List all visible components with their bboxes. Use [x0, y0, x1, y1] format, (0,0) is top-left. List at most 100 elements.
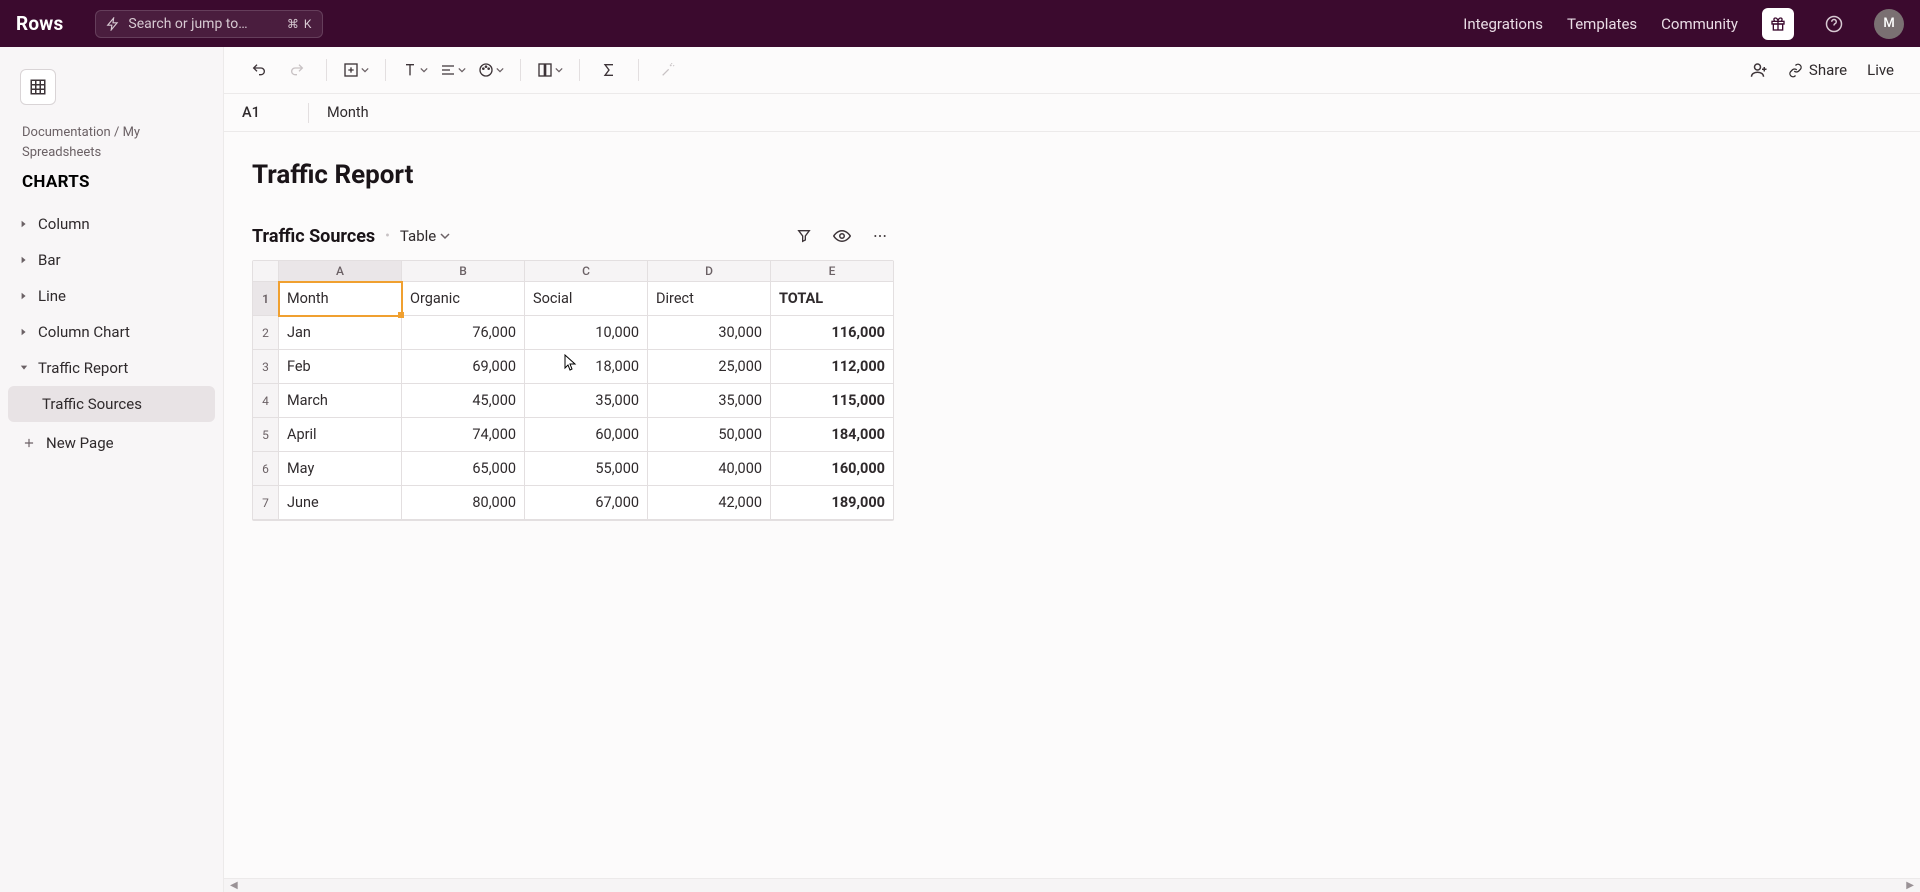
- top-nav: Rows Search or jump to… ⌘ K Integrations…: [0, 0, 1920, 47]
- toolbar: Share Live: [224, 47, 1920, 94]
- cell[interactable]: 45,000: [402, 384, 525, 418]
- share-button[interactable]: Share: [1780, 55, 1855, 85]
- search-input[interactable]: Search or jump to… ⌘ K: [95, 10, 323, 38]
- color-button[interactable]: [474, 53, 508, 87]
- chevron-down-icon: [440, 231, 450, 241]
- nav-community[interactable]: Community: [1661, 15, 1738, 33]
- column-header[interactable]: A: [279, 261, 402, 282]
- sidebar-item-label: Traffic Sources: [42, 395, 142, 413]
- sidebar-item-column[interactable]: Column: [8, 206, 215, 242]
- column-header[interactable]: E: [771, 261, 894, 282]
- new-page-button[interactable]: New Page: [8, 422, 215, 464]
- help-button[interactable]: [1818, 8, 1850, 40]
- table-title[interactable]: Traffic Sources: [252, 226, 375, 247]
- main: Share Live A1 Month Traffic Report Traff…: [224, 47, 1920, 892]
- sidebar-item-traffic-report[interactable]: Traffic Report: [8, 350, 215, 386]
- sidebar-item-bar[interactable]: Bar: [8, 242, 215, 278]
- redo-button[interactable]: [280, 53, 314, 87]
- undo-icon: [251, 62, 267, 78]
- table-view-type[interactable]: Table: [400, 227, 450, 245]
- cell[interactable]: 40,000: [648, 452, 771, 486]
- align-button[interactable]: [436, 53, 470, 87]
- undo-button[interactable]: [242, 53, 276, 87]
- cell[interactable]: April: [279, 418, 402, 452]
- sidebar-item-line[interactable]: Line: [8, 278, 215, 314]
- cell[interactable]: 116,000: [771, 316, 894, 350]
- row-header[interactable]: 1: [253, 282, 279, 316]
- cell[interactable]: 115,000: [771, 384, 894, 418]
- row-header[interactable]: 2: [253, 316, 279, 350]
- cell[interactable]: 80,000: [402, 486, 525, 520]
- gift-button[interactable]: [1762, 8, 1794, 40]
- formula-button[interactable]: [592, 53, 626, 87]
- cell[interactable]: 30,000: [648, 316, 771, 350]
- filter-button[interactable]: [790, 222, 818, 250]
- help-icon: [1825, 15, 1843, 33]
- cell[interactable]: TOTAL: [771, 282, 894, 316]
- text-format-button[interactable]: [398, 53, 432, 87]
- cell[interactable]: Direct: [648, 282, 771, 316]
- cell[interactable]: 42,000: [648, 486, 771, 520]
- cell[interactable]: 112,000: [771, 350, 894, 384]
- sidebar-sheet-button[interactable]: [20, 69, 56, 105]
- visibility-button[interactable]: [828, 222, 856, 250]
- cell[interactable]: 67,000: [525, 486, 648, 520]
- merge-button[interactable]: [533, 53, 567, 87]
- chevron-down-icon: [420, 66, 428, 74]
- row-header[interactable]: 5: [253, 418, 279, 452]
- sidebar-item-column-chart[interactable]: Column Chart: [8, 314, 215, 350]
- column-header[interactable]: B: [402, 261, 525, 282]
- insert-button[interactable]: [339, 53, 373, 87]
- canvas[interactable]: Traffic Report Traffic Sources • Table A…: [224, 132, 1920, 892]
- cell[interactable]: 160,000: [771, 452, 894, 486]
- brand-logo[interactable]: Rows: [16, 12, 63, 35]
- cell[interactable]: Organic: [402, 282, 525, 316]
- more-button[interactable]: [866, 222, 894, 250]
- cell[interactable]: 18,000: [525, 350, 648, 384]
- row-header[interactable]: 4: [253, 384, 279, 418]
- nav-templates[interactable]: Templates: [1567, 15, 1637, 33]
- sidebar-item-label: Column: [38, 215, 90, 233]
- cell[interactable]: Social: [525, 282, 648, 316]
- horizontal-scrollbar[interactable]: ◀ ▶: [224, 878, 1920, 892]
- sidebar-item-traffic-sources[interactable]: Traffic Sources: [8, 386, 215, 422]
- cell[interactable]: 74,000: [402, 418, 525, 452]
- cell-reference[interactable]: A1: [242, 104, 290, 121]
- cell[interactable]: 189,000: [771, 486, 894, 520]
- cell[interactable]: 50,000: [648, 418, 771, 452]
- spreadsheet[interactable]: ABCDE1MonthOrganicSocialDirectTOTAL2Jan7…: [252, 260, 894, 521]
- row-header[interactable]: 3: [253, 350, 279, 384]
- magic-button[interactable]: [651, 53, 685, 87]
- cell[interactable]: 76,000: [402, 316, 525, 350]
- cell[interactable]: March: [279, 384, 402, 418]
- user-avatar[interactable]: M: [1874, 9, 1904, 39]
- cell[interactable]: Month: [279, 282, 402, 316]
- cell[interactable]: 60,000: [525, 418, 648, 452]
- row-header[interactable]: 6: [253, 452, 279, 486]
- scroll-left-icon[interactable]: ◀: [230, 880, 238, 891]
- cell[interactable]: May: [279, 452, 402, 486]
- breadcrumb-root[interactable]: Documentation: [22, 125, 111, 140]
- column-header[interactable]: C: [525, 261, 648, 282]
- add-people-button[interactable]: [1742, 53, 1776, 87]
- cell[interactable]: Jan: [279, 316, 402, 350]
- cell[interactable]: 35,000: [648, 384, 771, 418]
- cell-value[interactable]: Month: [327, 104, 369, 121]
- live-button[interactable]: Live: [1859, 55, 1902, 85]
- sheet-corner[interactable]: [253, 261, 279, 282]
- scroll-right-icon[interactable]: ▶: [1906, 880, 1914, 891]
- cell[interactable]: 10,000: [525, 316, 648, 350]
- gift-icon: [1770, 16, 1786, 32]
- cell[interactable]: 69,000: [402, 350, 525, 384]
- column-header[interactable]: D: [648, 261, 771, 282]
- nav-integrations[interactable]: Integrations: [1463, 15, 1543, 33]
- cell[interactable]: June: [279, 486, 402, 520]
- cell[interactable]: 184,000: [771, 418, 894, 452]
- cell[interactable]: 35,000: [525, 384, 648, 418]
- cell[interactable]: Feb: [279, 350, 402, 384]
- cell[interactable]: 65,000: [402, 452, 525, 486]
- cell[interactable]: 25,000: [648, 350, 771, 384]
- document-title[interactable]: Traffic Report: [252, 160, 1892, 190]
- cell[interactable]: 55,000: [525, 452, 648, 486]
- row-header[interactable]: 7: [253, 486, 279, 520]
